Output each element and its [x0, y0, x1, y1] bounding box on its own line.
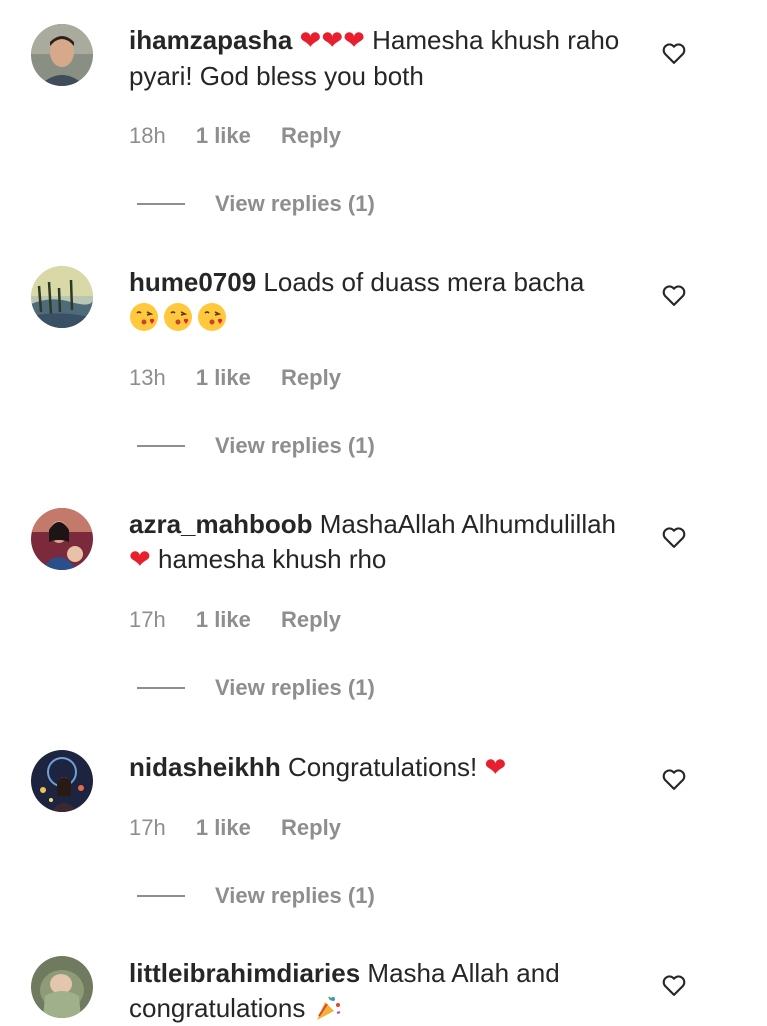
comment-meta: 18h 1 like Reply	[129, 122, 341, 150]
comment-meta: 13h 1 like Reply	[129, 364, 341, 392]
avatar-image	[31, 266, 93, 328]
comment-username[interactable]: littleibrahimdiaries	[129, 958, 360, 988]
avatar[interactable]	[31, 956, 93, 1018]
comment-body-continued: hamesha khush rho	[158, 544, 387, 574]
avatar[interactable]	[31, 266, 93, 328]
view-replies-button[interactable]: View replies (1)	[137, 674, 375, 702]
divider-line	[137, 687, 185, 689]
comment-username[interactable]: ihamzapasha	[129, 25, 292, 55]
reply-button[interactable]: Reply	[281, 815, 341, 840]
avatar[interactable]	[31, 750, 93, 812]
comment-body: MashaAllah Alhumdulillah	[319, 509, 617, 539]
like-heart-icon[interactable]	[660, 39, 688, 67]
comment-username[interactable]: nidasheikhh	[129, 752, 281, 782]
view-replies-button[interactable]: View replies (1)	[137, 432, 375, 460]
view-replies-label: View replies (1)	[215, 883, 375, 908]
comment-text: hume0709 Loads of duass mera bacha 😘😘😘	[129, 265, 629, 335]
comment-likes[interactable]: 1 like	[196, 815, 251, 840]
kiss-emoji-icon	[130, 303, 158, 331]
kiss-emoji-icon	[164, 303, 192, 331]
comment-time: 17h	[129, 607, 166, 632]
like-heart-icon[interactable]	[660, 523, 688, 551]
view-replies-button[interactable]: View replies (1)	[137, 190, 375, 218]
comment-time: 18h	[129, 123, 166, 148]
reply-button[interactable]: Reply	[281, 123, 341, 148]
heart-emoji: ❤	[129, 545, 151, 575]
comment-meta: 17h 1 like Reply	[129, 814, 341, 842]
comment-text: nidasheikhh Congratulations! ❤	[129, 750, 629, 786]
comment-time: 13h	[129, 365, 166, 390]
view-replies-label: View replies (1)	[215, 191, 375, 216]
party-popper-icon	[316, 996, 340, 1020]
view-replies-label: View replies (1)	[215, 433, 375, 458]
comment-text: littleibrahimdiaries Masha Allah and con…	[129, 956, 629, 1026]
comment-text: azra_mahboob MashaAllah Alhumdulillah ❤ …	[129, 507, 629, 578]
divider-line	[137, 895, 185, 897]
avatar[interactable]	[31, 24, 93, 86]
view-replies-label: View replies (1)	[215, 675, 375, 700]
comment-meta: 17h 1 like Reply	[129, 606, 341, 634]
avatar-image	[31, 508, 93, 570]
comment-body: Loads of duass mera bacha	[263, 267, 585, 297]
avatar-image	[31, 750, 93, 812]
comment-likes[interactable]: 1 like	[196, 123, 251, 148]
avatar[interactable]	[31, 508, 93, 570]
like-heart-icon[interactable]	[660, 281, 688, 309]
reply-button[interactable]: Reply	[281, 607, 341, 632]
comment-username[interactable]: hume0709	[129, 267, 256, 297]
avatar-image	[31, 956, 93, 1018]
view-replies-button[interactable]: View replies (1)	[137, 882, 375, 910]
comment-likes[interactable]: 1 like	[196, 365, 251, 390]
divider-line	[137, 203, 185, 205]
comment-likes[interactable]: 1 like	[196, 607, 251, 632]
like-heart-icon[interactable]	[660, 765, 688, 793]
comment-username[interactable]: azra_mahboob	[129, 509, 313, 539]
hearts-emoji: ❤❤❤	[299, 26, 365, 56]
like-heart-icon[interactable]	[660, 971, 688, 999]
kiss-emoji-icon	[198, 303, 226, 331]
comment-time: 17h	[129, 815, 166, 840]
comment-body: Congratulations!	[287, 752, 478, 782]
divider-line	[137, 445, 185, 447]
heart-emoji: ❤	[484, 753, 507, 783]
comment-text: ihamzapasha ❤❤❤ Hamesha khush raho pyari…	[129, 23, 629, 94]
avatar-image	[31, 24, 93, 86]
reply-button[interactable]: Reply	[281, 365, 341, 390]
